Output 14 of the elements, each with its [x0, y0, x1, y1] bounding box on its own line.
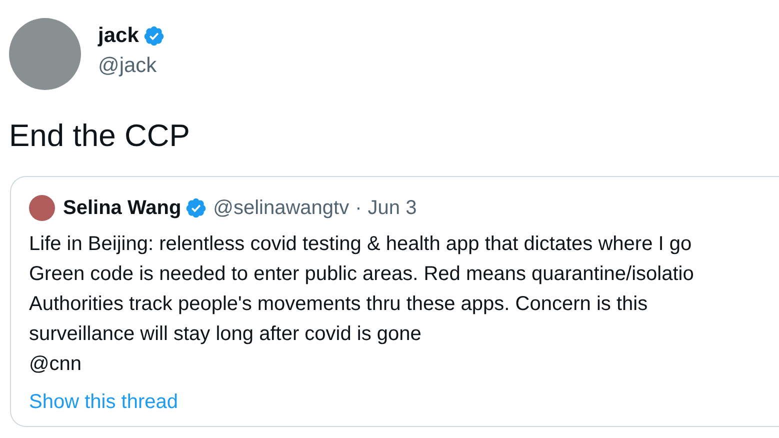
- avatar[interactable]: [29, 195, 55, 221]
- tweet-text-line: surveillance will stay long after covid is gone: [29, 322, 422, 347]
- tweet-text-line: Authorities track people's movements thru these apps. Concern is this: [29, 292, 649, 317]
- separator-dot: ·: [355, 196, 362, 220]
- quoted-tweet-card[interactable]: [10, 176, 779, 427]
- tweet-text-line: Green code is needed to enter public areas. Red means quarantine/isolatio: [29, 262, 695, 287]
- author-name[interactable]: jack: [98, 24, 139, 48]
- author-handle[interactable]: @jack: [98, 54, 165, 78]
- tweet-text-line: @cnn: [29, 352, 83, 377]
- tweet-text: End the CCP: [9, 118, 191, 154]
- author-handle[interactable]: @selinawangtv: [213, 196, 350, 220]
- author-name[interactable]: Selina Wang: [63, 196, 182, 220]
- tweet-text-line: Life in Beijing: relentless covid testing & health app that dictates where I go: [29, 232, 693, 257]
- tweet-date[interactable]: Jun 3: [368, 196, 417, 220]
